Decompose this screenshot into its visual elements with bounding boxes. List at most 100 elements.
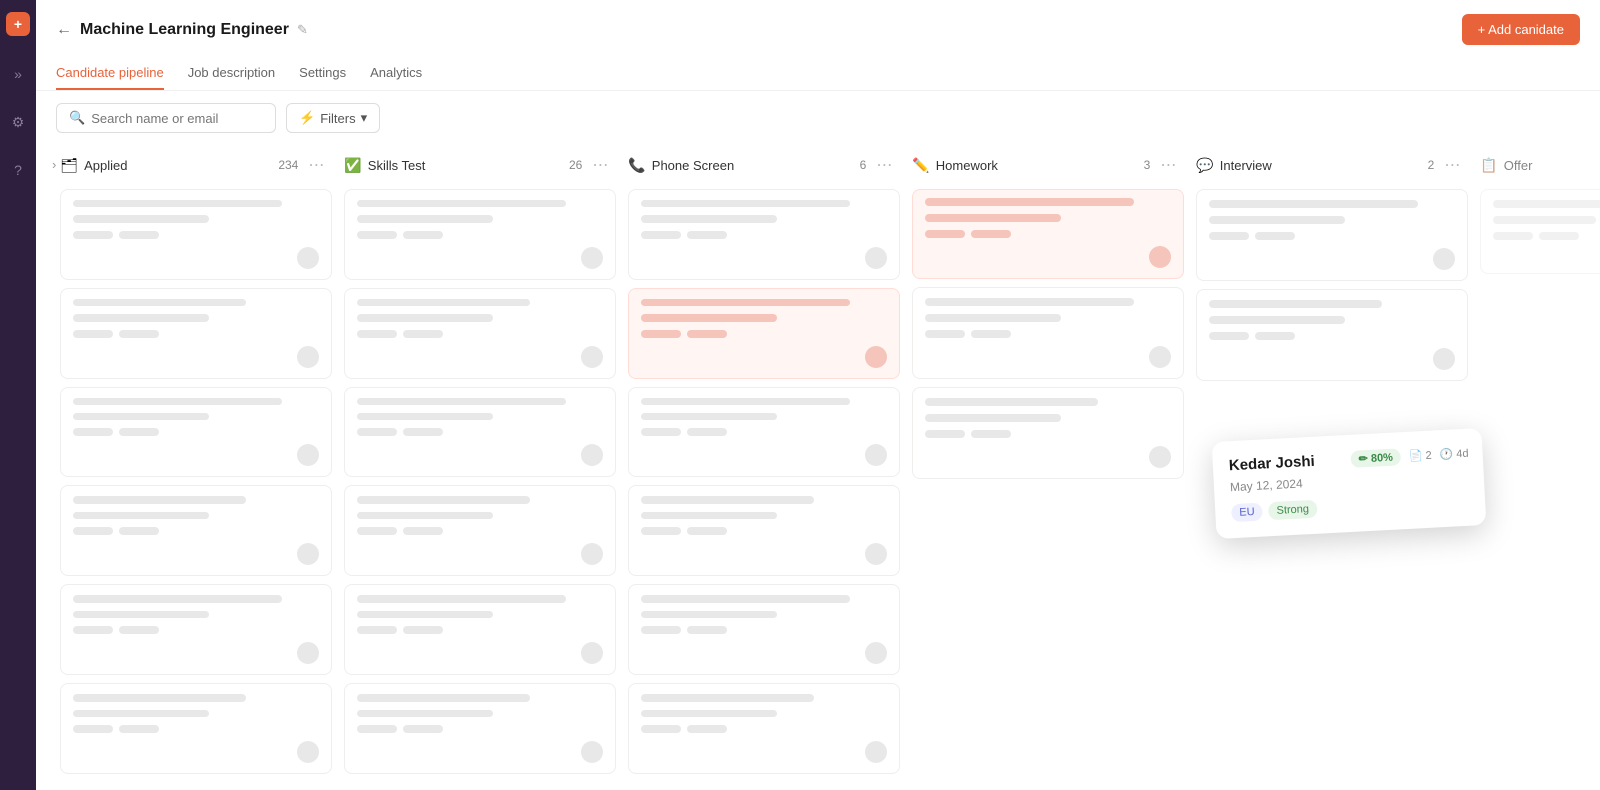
homework-count: 3: [1144, 158, 1151, 172]
phone-count: 6: [860, 158, 867, 172]
sidebar-help-icon[interactable]: ?: [4, 156, 32, 184]
search-input[interactable]: [91, 111, 263, 126]
table-row[interactable]: [628, 387, 900, 478]
table-row[interactable]: [344, 189, 616, 280]
table-row[interactable]: [60, 288, 332, 379]
card-line: [925, 298, 1134, 306]
table-row[interactable]: [1480, 189, 1600, 274]
card-tag: [119, 428, 159, 436]
table-row[interactable]: [344, 288, 616, 379]
applied-icon: 🗂: [60, 157, 78, 174]
applied-menu-icon[interactable]: ⋯: [304, 153, 328, 177]
tag-eu: EU: [1231, 503, 1263, 523]
avatar: [581, 444, 603, 466]
table-row[interactable]: [628, 485, 900, 576]
table-row[interactable]: [60, 683, 332, 774]
tab-description[interactable]: Job description: [188, 57, 275, 90]
homework-menu-icon[interactable]: ⋯: [1156, 153, 1180, 177]
card-tag: [119, 330, 159, 338]
phone-menu-icon[interactable]: ⋯: [872, 153, 896, 177]
card-line: [357, 710, 492, 717]
card-tag: [925, 330, 965, 338]
table-row[interactable]: [628, 288, 900, 379]
avatar: [297, 444, 319, 466]
drag-preview-card[interactable]: Kedar Joshi May 12, 2024 EU Strong ✏ 80%…: [1212, 428, 1487, 539]
skills-title: Skills Test: [368, 158, 563, 173]
card-line: [925, 414, 1060, 422]
offer-title: Offer: [1504, 158, 1600, 173]
card-line: [73, 215, 208, 222]
filter-button[interactable]: ⚡ Filters ▾: [286, 103, 380, 133]
card-tag: [641, 725, 681, 733]
card-line: [641, 398, 850, 405]
table-row[interactable]: [912, 287, 1184, 379]
tab-analytics[interactable]: Analytics: [370, 57, 422, 90]
tabs: Candidate pipeline Job description Setti…: [56, 57, 1580, 90]
edit-icon[interactable]: ✎: [297, 22, 308, 38]
column-phone: 📞 Phone Screen 6 ⋯: [624, 145, 904, 778]
filter-label: Filters: [320, 111, 355, 126]
card-line: [73, 710, 208, 717]
search-box[interactable]: 🔍: [56, 103, 276, 133]
avatar: [1149, 346, 1171, 368]
card-tag: [687, 428, 727, 436]
column-offer: 📋 Offer ⋯: [1476, 145, 1600, 778]
sidebar-collapse-icon[interactable]: »: [4, 60, 32, 88]
table-row[interactable]: [60, 189, 332, 280]
table-row[interactable]: [60, 584, 332, 675]
card-tag: [687, 527, 727, 535]
table-row[interactable]: [1196, 189, 1468, 281]
homework-title: Homework: [936, 158, 1138, 173]
table-row[interactable]: [628, 584, 900, 675]
avatar: [865, 247, 887, 269]
search-icon: 🔍: [69, 110, 85, 126]
tab-pipeline[interactable]: Candidate pipeline: [56, 57, 164, 90]
homework-cards: [908, 185, 1188, 778]
card-line: [641, 694, 813, 701]
skills-count: 26: [569, 158, 582, 172]
card-tag: [119, 725, 159, 733]
table-row[interactable]: [1196, 289, 1468, 381]
table-row[interactable]: [344, 584, 616, 675]
sidebar: + » ⚙ ?: [0, 0, 36, 790]
table-row[interactable]: [344, 387, 616, 478]
card-tag: [119, 626, 159, 634]
avatar: [297, 247, 319, 269]
table-row[interactable]: [344, 683, 616, 774]
skills-menu-icon[interactable]: ⋯: [588, 153, 612, 177]
sidebar-logo[interactable]: +: [6, 12, 30, 36]
card-line: [925, 214, 1060, 222]
card-tag: [73, 527, 113, 535]
main-content: ← Machine Learning Engineer ✎ + Add cani…: [36, 0, 1600, 790]
back-button[interactable]: ←: [56, 21, 72, 39]
card-line: [641, 299, 850, 306]
card-tag: [73, 330, 113, 338]
add-candidate-button[interactable]: + Add canidate: [1462, 14, 1580, 45]
column-header-offer: 📋 Offer ⋯: [1476, 145, 1600, 185]
applied-cards: [56, 185, 336, 778]
card-tag: [403, 428, 443, 436]
card-tag: [687, 330, 727, 338]
table-row[interactable]: [912, 387, 1184, 479]
card-tag: [357, 626, 397, 634]
table-row[interactable]: [344, 485, 616, 576]
avatar: [581, 346, 603, 368]
card-tag: [1493, 232, 1533, 240]
card-tag: [403, 626, 443, 634]
table-row[interactable]: [628, 683, 900, 774]
toolbar: 🔍 ⚡ Filters ▾: [36, 91, 1600, 145]
table-row[interactable]: [628, 189, 900, 280]
applied-count: 234: [278, 158, 298, 172]
kanban-board: › 🗂 Applied 234 ⋯: [36, 145, 1600, 790]
score-badge: ✏ 80%: [1351, 448, 1402, 468]
table-row[interactable]: [912, 189, 1184, 279]
table-row[interactable]: [60, 387, 332, 478]
tab-settings[interactable]: Settings: [299, 57, 346, 90]
card-line: [1209, 300, 1381, 308]
interview-menu-icon[interactable]: ⋯: [1440, 153, 1464, 177]
title-row: ← Machine Learning Engineer ✎: [56, 21, 308, 39]
card-tag: [357, 428, 397, 436]
table-row[interactable]: [60, 485, 332, 576]
sidebar-settings-icon[interactable]: ⚙: [4, 108, 32, 136]
card-tag: [641, 231, 681, 239]
